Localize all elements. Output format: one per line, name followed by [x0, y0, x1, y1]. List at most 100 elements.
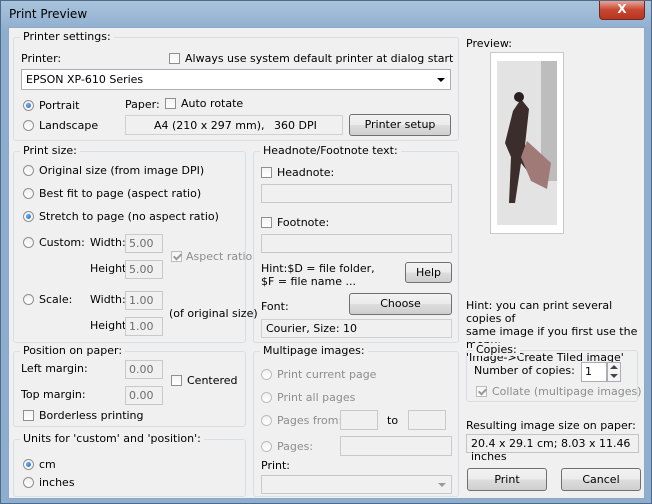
print-what-label: Print:	[261, 459, 291, 472]
centered-label: Centered	[187, 374, 238, 387]
borderless-label: Borderless printing	[39, 409, 144, 422]
scale-width-label: Width:	[90, 293, 126, 306]
pages-from-input[interactable]	[340, 410, 378, 430]
scale-height-input[interactable]: 1.00	[125, 317, 163, 336]
pages-radio[interactable]	[261, 441, 272, 452]
print-size-group: Print size: Original size (from image DP…	[13, 144, 258, 343]
printer-settings-label: Printer settings:	[20, 30, 114, 43]
borderless-checkbox[interactable]	[23, 410, 34, 421]
position-group: Position on paper: Left margin: 0.00 Top…	[13, 344, 246, 427]
help-button[interactable]: Help	[405, 262, 452, 283]
aspect-ratio-checkbox[interactable]	[171, 251, 182, 262]
stretch-label: Stretch to page (no aspect ratio)	[39, 210, 219, 223]
centered-checkbox[interactable]	[171, 375, 182, 386]
print-button[interactable]: Print	[467, 468, 547, 491]
current-page-radio[interactable]	[261, 369, 272, 380]
top-margin-input[interactable]: 0.00	[125, 386, 163, 405]
always-default-label: Always use system default printer at dia…	[185, 52, 454, 65]
printer-dropdown[interactable]: EPSON XP-610 Series	[21, 69, 451, 90]
pages-label: Pages:	[277, 440, 314, 453]
collate-label: Collate (multipage images)	[492, 385, 642, 398]
current-page-label: Print current page	[277, 368, 377, 381]
footnote-checkbox[interactable]	[261, 217, 272, 228]
aspect-ratio-label: Aspect ratio	[186, 250, 253, 263]
number-of-copies-label: Number of copies:	[474, 364, 575, 377]
chevron-down-icon	[437, 78, 445, 82]
result-label: Resulting image size on paper:	[466, 419, 636, 432]
multipage-group: Multipage images: Print current page Pri…	[253, 344, 459, 497]
custom-label: Custom:	[39, 236, 85, 249]
chevron-down-icon	[438, 483, 446, 487]
print-preview-window: Print Preview X Printer settings: Printe…	[0, 0, 652, 504]
custom-height-input[interactable]: 5.00	[125, 260, 163, 279]
multipage-label: Multipage images:	[260, 344, 368, 357]
units-group: Units for 'custom' and 'position': cm in…	[13, 432, 246, 497]
custom-radio[interactable]	[23, 237, 34, 248]
scale-radio[interactable]	[23, 294, 34, 305]
position-label: Position on paper:	[20, 344, 126, 357]
preview-hint-line1: Hint: you can print several copies of	[466, 299, 613, 325]
hint-line2: $F = file name ...	[261, 275, 356, 288]
original-size-radio[interactable]	[23, 165, 34, 176]
font-value-box: Courier, Size: 10	[261, 319, 452, 338]
footnote-input[interactable]	[261, 234, 452, 253]
landscape-radio[interactable]	[23, 120, 34, 131]
preview-label: Preview:	[466, 37, 512, 50]
stretch-radio[interactable]	[23, 211, 34, 222]
left-margin-input[interactable]: 0.00	[125, 360, 163, 379]
cm-radio[interactable]	[23, 459, 34, 470]
headnote-checkbox[interactable]	[261, 167, 272, 178]
custom-width-label: Width:	[90, 236, 126, 249]
best-fit-label: Best fit to page (aspect ratio)	[39, 187, 202, 200]
paper-info-box: A4 (210 x 297 mm), 360 DPI	[125, 115, 343, 135]
portrait-label: Portrait	[39, 99, 80, 112]
spin-up-icon[interactable]	[610, 365, 618, 369]
printer-dropdown-value: EPSON XP-610 Series	[26, 73, 144, 86]
all-pages-label: Print all pages	[277, 391, 356, 404]
print-what-dropdown[interactable]	[261, 475, 452, 494]
font-label: Font:	[261, 300, 289, 313]
cancel-button[interactable]: Cancel	[561, 468, 641, 491]
custom-width-input[interactable]: 5.00	[125, 234, 163, 253]
window-title: Print Preview	[9, 7, 88, 21]
hint-line1: Hint:$D = file folder,	[261, 262, 375, 275]
preview-image	[490, 52, 564, 234]
original-size-label: Original size (from image DPI)	[39, 164, 205, 177]
to-label: to	[387, 414, 399, 427]
auto-rotate-checkbox[interactable]	[165, 98, 176, 109]
landscape-label: Landscape	[39, 119, 99, 132]
units-label: Units for 'custom' and 'position':	[20, 432, 204, 445]
inches-radio[interactable]	[23, 477, 34, 488]
headnote-group: Headnote/Footnote text: Headnote: Footno…	[253, 144, 459, 343]
best-fit-radio[interactable]	[23, 188, 34, 199]
headnote-group-label: Headnote/Footnote text:	[260, 144, 401, 157]
scale-width-input[interactable]: 1.00	[125, 291, 163, 310]
always-default-checkbox[interactable]	[169, 53, 180, 64]
footnote-label: Footnote:	[277, 216, 330, 229]
all-pages-radio[interactable]	[261, 392, 272, 403]
portrait-radio[interactable]	[23, 100, 34, 111]
paper-label: Paper:	[125, 98, 160, 111]
inches-label: inches	[39, 476, 75, 489]
of-original-label: (of original size)	[169, 307, 258, 320]
pages-from-radio[interactable]	[261, 415, 272, 426]
preview-photo-icon	[491, 53, 563, 233]
paper-size-text: A4 (210 x 297 mm),	[154, 119, 265, 132]
copies-input[interactable]: 1	[581, 362, 607, 382]
pages-input[interactable]	[340, 436, 452, 456]
close-button[interactable]: X	[599, 1, 645, 20]
dialog-client: Printer settings: Printer: Always use sy…	[8, 27, 645, 499]
pages-from-label: Pages from:	[277, 414, 343, 427]
copies-spinner[interactable]	[607, 362, 621, 382]
collate-checkbox[interactable]	[476, 386, 487, 397]
printer-setup-button[interactable]: Printer setup	[349, 114, 451, 136]
pages-to-input[interactable]	[408, 410, 446, 430]
headnote-input[interactable]	[261, 184, 452, 203]
printer-label: Printer:	[21, 52, 62, 65]
choose-font-button[interactable]: Choose	[349, 293, 452, 315]
printer-settings-group: Printer settings: Printer: Always use sy…	[13, 30, 459, 141]
auto-rotate-label: Auto rotate	[181, 97, 244, 110]
dpi-text: 360 DPI	[274, 119, 317, 132]
copies-label: Copies:	[473, 343, 520, 356]
spin-down-icon[interactable]	[610, 374, 618, 378]
